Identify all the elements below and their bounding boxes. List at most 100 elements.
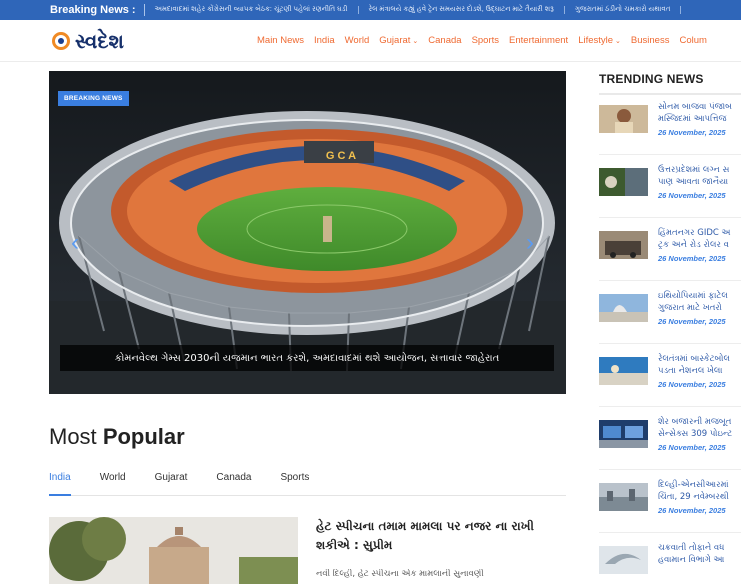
title-line: સેન્સેક્સ 309 પોઇન્ટ (658, 429, 733, 439)
nav-item-entertainment[interactable]: Entertainment (509, 35, 568, 46)
tab-gujarat[interactable]: Gujarat (155, 472, 188, 496)
chevron-right-icon[interactable]: › (526, 231, 534, 255)
nav-item-main-news[interactable]: Main News (257, 35, 304, 46)
trending-item[interactable]: સોનમ બાજવા પંજાબ મસ્જિદમાં આપત્તિજ 26 Nov… (599, 101, 741, 151)
article-headline[interactable]: હેટ સ્પીચના તમામ મામલા પર નજર ના રાખી શક… (316, 517, 566, 555)
divider (599, 406, 741, 407)
divider (599, 217, 741, 218)
tab-world[interactable]: World (100, 472, 126, 496)
main-nav: Main News India World Gujarat ⌄ Canada Sp… (257, 35, 717, 46)
chevron-down-icon: ⌄ (615, 37, 621, 45)
tab-india[interactable]: India (49, 472, 71, 496)
trending-news-heading: TRENDING NEWS (599, 72, 704, 86)
nav-item-canada[interactable]: Canada (428, 35, 461, 46)
nav-label: Business (630, 35, 670, 46)
nav-label: India (314, 35, 335, 46)
trending-item[interactable]: હિંમતનગર GIDC અ ટ્રક અને રોડ રોલર વ 26 No… (599, 227, 741, 277)
trending-item[interactable]: રેલતંત્રમાં બાસ્કેટબોલ પડતા નેશનલ ખેલા 26… (599, 353, 741, 403)
nav-label: Colum (679, 35, 707, 46)
divider (599, 280, 741, 281)
trending-item[interactable]: ચક્રવાતી તોફાને વધ હવામાન વિભાગે આ (599, 542, 741, 584)
divider (599, 469, 741, 470)
hero-slider[interactable]: G C A BREAKING NEWS ‹ › કોમનવેલ્થ ગેમ્સ … (49, 71, 566, 394)
nav-item-gujarat[interactable]: Gujarat ⌄ (379, 35, 418, 46)
nav-item-business[interactable]: Business (631, 35, 670, 46)
slide-caption[interactable]: કોમનવેલ્થ ગેમ્સ 2030ની યજમાન ભારત કરશે, … (60, 345, 554, 371)
trending-item[interactable]: ઉત્તરપ્રદેશમાં લગ્ન સ પાણ આવતા જાનૈયા 26 … (599, 164, 741, 214)
nav-item-sports[interactable]: Sports (472, 35, 499, 46)
nav-label: Lifestyle (578, 35, 614, 46)
nav-item-lifestyle[interactable]: Lifestyle ⌄ (578, 35, 621, 46)
title-line: ચિંતા, 29 નવેમ્બરથી (658, 492, 729, 502)
nav-item-world[interactable]: World (345, 35, 370, 46)
trending-item[interactable]: દિલ્હી-એનસીઆરમાં ચિંતા, 29 નવેમ્બરથી 26 N… (599, 479, 741, 529)
trending-date: 26 November, 2025 (658, 254, 726, 263)
title-line: સોનમ બાજવા પંજાબ (658, 102, 732, 112)
title-line: શેર બજારની મજબૂત (658, 417, 732, 427)
title-line: ગુજરાત માટે ખતરો (658, 303, 722, 313)
trending-thumbnail (599, 546, 648, 574)
trending-thumbnail-image (599, 231, 648, 259)
trending-date: 26 November, 2025 (658, 443, 726, 452)
trending-thumbnail-image (599, 357, 648, 385)
breaking-news-ticker: Breaking News : અમદાવાદમાં શહેર કોંગ્રેસ… (0, 0, 741, 20)
trending-thumbnail (599, 231, 648, 259)
nav-label: Main News (257, 35, 304, 46)
title-line: પડતા નેશનલ ખેલા (658, 366, 723, 376)
trending-thumbnail-image (599, 483, 648, 511)
stadium-sign: G C A (326, 150, 356, 162)
article-thumbnail[interactable] (49, 517, 298, 584)
divider (599, 343, 741, 344)
trending-item[interactable]: શેર બજારની મજબૂત સેન્સેક્સ 309 પોઇન્ટ 26 … (599, 416, 741, 466)
heading-bold: Popular (102, 424, 185, 449)
heading-underline (599, 93, 741, 95)
nav-label: Canada (428, 35, 462, 46)
trending-title: શેર બજારની મજબૂત સેન્સેક્સ 309 પોઇન્ટ (658, 416, 741, 440)
trending-date: 26 November, 2025 (658, 380, 726, 389)
ticker-item[interactable]: ગુજરાતમાં ઠંડીનો ચમકારો યથાવત (565, 6, 682, 14)
logo-text: સ્વદેશ (75, 29, 124, 53)
trending-date: 26 November, 2025 (658, 506, 726, 515)
article-excerpt: નવી દિલ્હી, હેટ સ્પીચના એક મામલાની સુનાવ… (316, 569, 484, 579)
trending-thumbnail-image (599, 420, 648, 448)
nav-item-india[interactable]: India (314, 35, 335, 46)
chevron-left-icon[interactable]: ‹ (71, 231, 79, 255)
heading-light: Most (49, 424, 97, 449)
title-line: ચક્રવાતી તોફાને વધ (658, 543, 725, 553)
site-header: સ્વદેશ Main News India World Gujarat ⌄ Ca… (0, 20, 741, 62)
trending-title: દિલ્હી-એનસીઆરમાં ચિંતા, 29 નવેમ્બરથી (658, 479, 741, 503)
tab-sports[interactable]: Sports (280, 472, 309, 496)
trending-thumbnail-image (599, 168, 648, 196)
trending-title: રેલતંત્રમાં બાસ્કેટબોલ પડતા નેશનલ ખેલા (658, 353, 741, 377)
nav-label: World (344, 35, 370, 46)
title-line: રેલતંત્રમાં બાસ્કેટબોલ (658, 354, 730, 364)
trending-thumbnail-image (599, 546, 648, 574)
title-line: હવામાન વિભાગે આ (658, 555, 725, 565)
trending-title: ઇથિયોપિયામાં ફાટેલ ગુજરાત માટે ખતરો (658, 290, 741, 314)
slide-caption-text: કોમનવેલ્થ ગેમ્સ 2030ની યજમાન ભારત કરશે, … (114, 352, 500, 364)
divider (599, 532, 741, 533)
most-popular-heading: Most Popular (49, 424, 185, 450)
divider (599, 154, 741, 155)
trending-title: સોનમ બાજવા પંજાબ મસ્જિદમાં આપત્તિજ (658, 101, 741, 125)
nav-label: Sports (471, 35, 500, 46)
title-line: પાણ આવતા જાનૈયા (658, 177, 729, 187)
ticker-item[interactable]: રેલ મંત્રાલયે કહ્યું હવે ટ્રેન સમયસર દોડ… (359, 6, 565, 14)
trending-thumbnail (599, 105, 648, 133)
nav-label: Gujarat (379, 35, 411, 46)
trending-thumbnail (599, 420, 648, 448)
tab-canada[interactable]: Canada (216, 472, 251, 496)
trending-thumbnail-image (599, 105, 648, 133)
site-logo[interactable]: સ્વદેશ (52, 30, 124, 52)
trending-title: હિંમતનગર GIDC અ ટ્રક અને રોડ રોલર વ (658, 227, 741, 251)
trending-item[interactable]: ઇથિયોપિયામાં ફાટેલ ગુજરાત માટે ખતરો 26 No… (599, 290, 741, 340)
title-line: ઉત્તરપ્રદેશમાં લગ્ન સ (658, 165, 730, 175)
chevron-down-icon: ⌄ (412, 37, 419, 45)
title-line: હિંમતનગર GIDC અ (658, 228, 731, 238)
trending-title: ચક્રવાતી તોફાને વધ હવામાન વિભાગે આ (658, 542, 741, 566)
trending-date: 26 November, 2025 (658, 191, 726, 200)
nav-item-columns[interactable]: Colum (679, 35, 706, 46)
breaking-news-badge: BREAKING NEWS (58, 91, 129, 106)
logo-icon (52, 32, 70, 50)
ticker-item[interactable]: અમદાવાદમાં શહેર કોંગ્રેસની વ્યાપક બેઠક: … (145, 6, 359, 14)
